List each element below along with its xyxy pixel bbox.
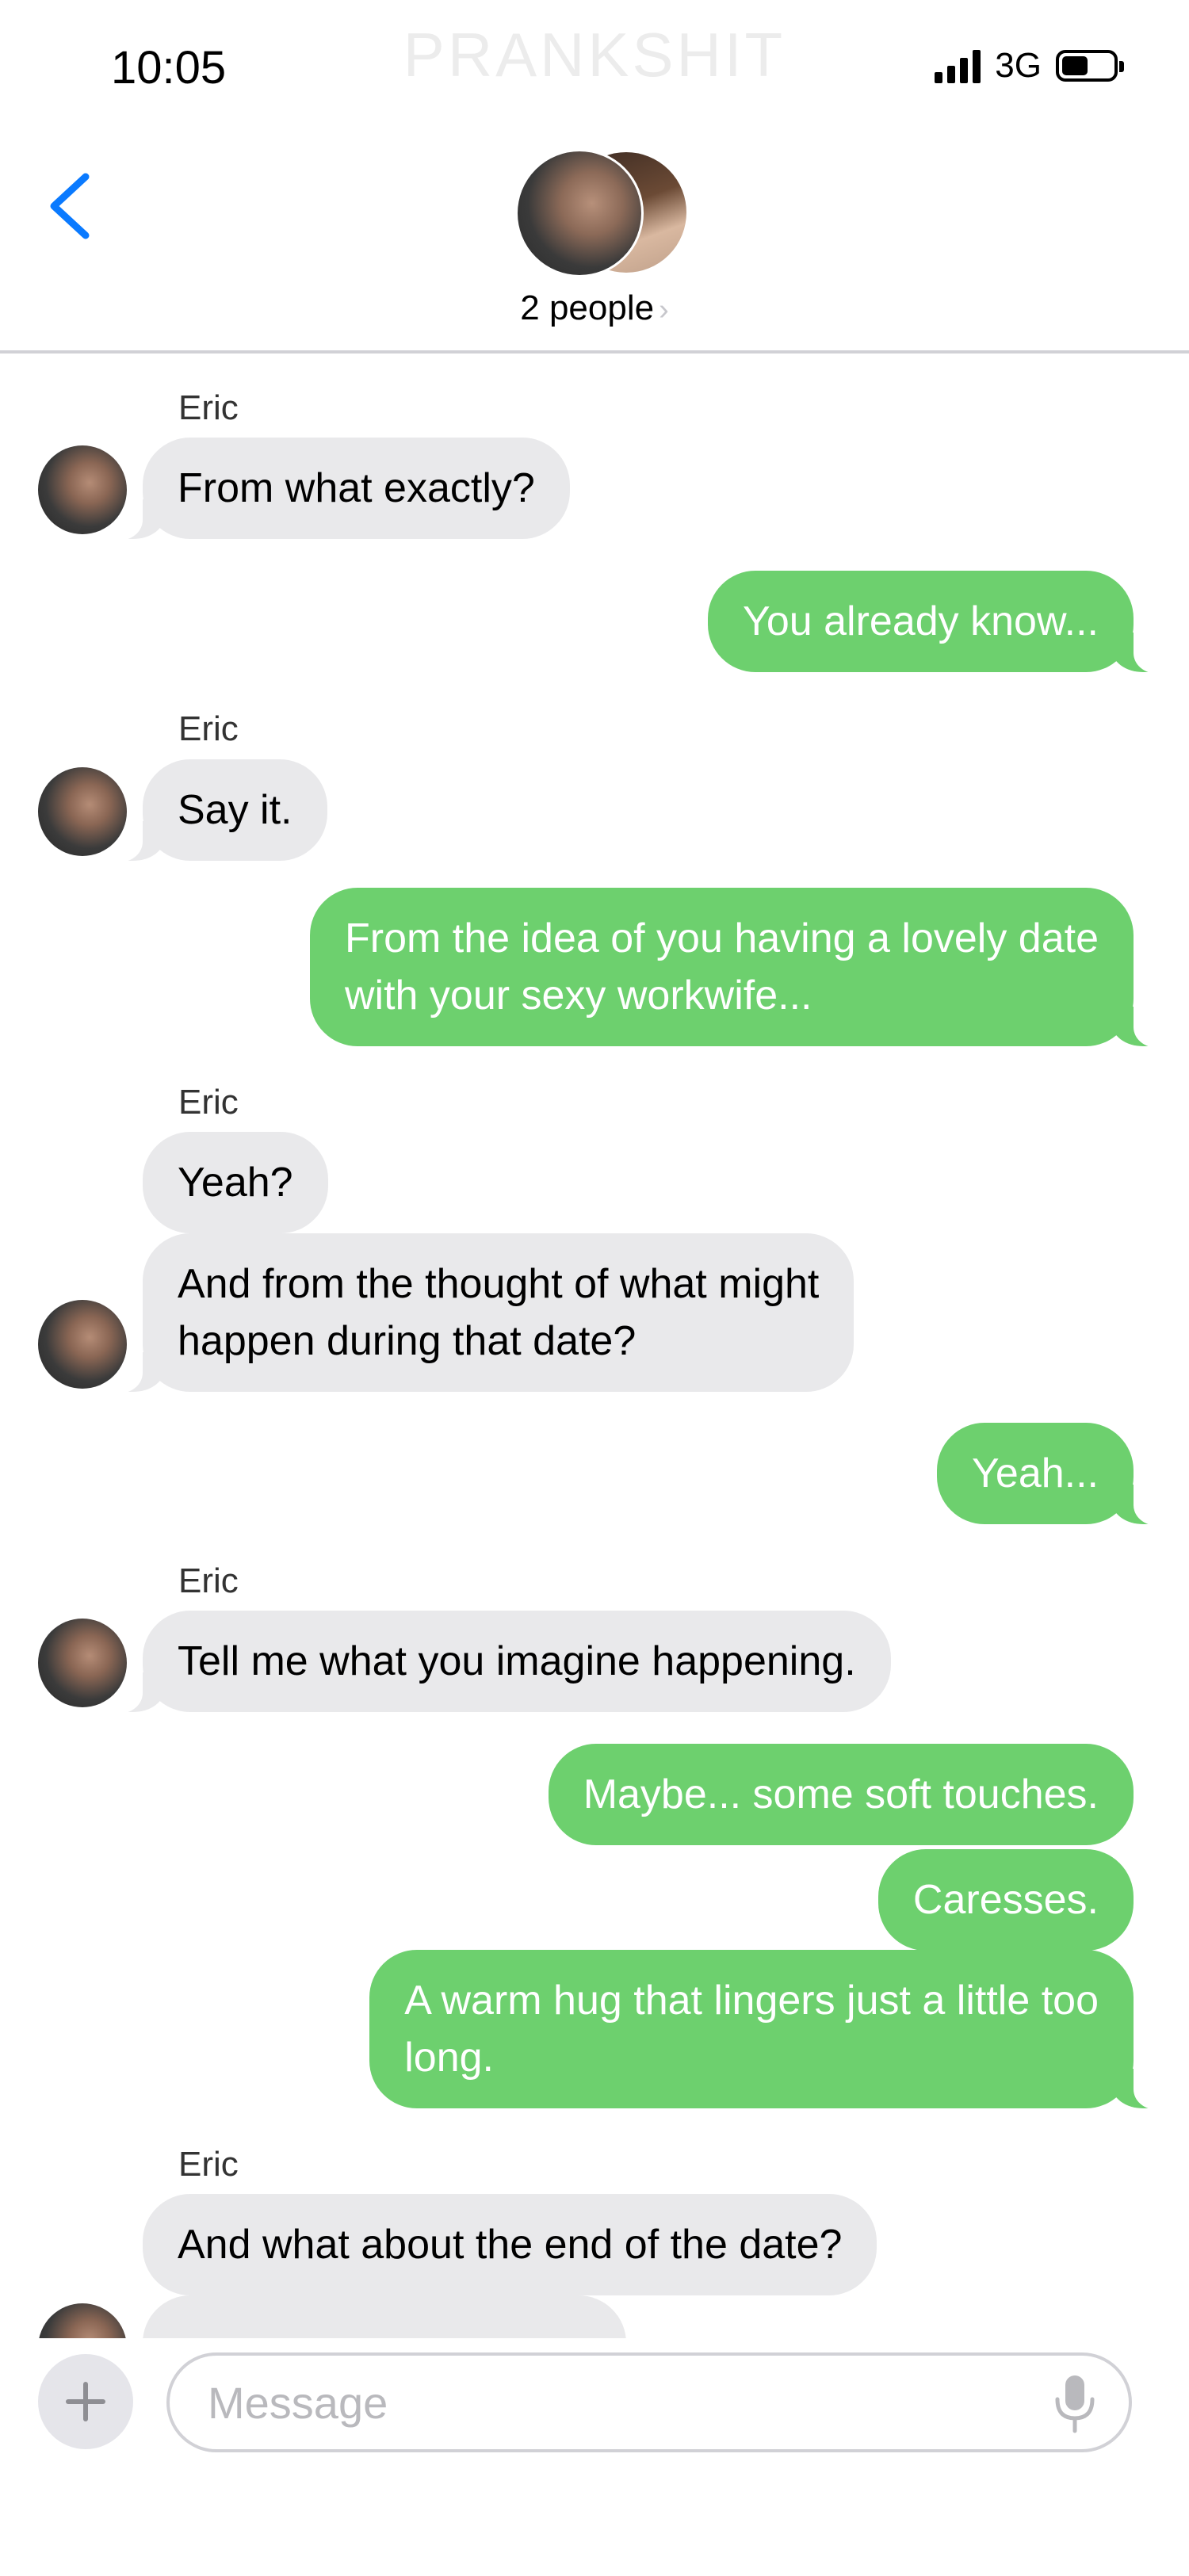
sender-name: Eric [178, 1561, 239, 1600]
message-bubble-incoming[interactable]: Yeah? [143, 1132, 328, 1233]
status-indicators: 3G [935, 46, 1124, 86]
message-bubble-outgoing[interactable]: Caresses. [877, 1849, 1134, 1951]
chevron-right-icon: › [659, 293, 669, 327]
message-line: From the idea of you having a lovely dat… [344, 915, 1099, 961]
avatar-eric[interactable] [38, 767, 127, 856]
message-line: happen during that date? [178, 1318, 637, 1364]
message-bubble-outgoing[interactable]: Yeah... [936, 1423, 1163, 1526]
message-bubble-incoming[interactable]: Tell me what you imagine happening. [114, 1611, 891, 1714]
battery-icon [1056, 50, 1124, 82]
message-line: A warm hug that lingers just a little to… [404, 1978, 1099, 2024]
sender-name: Eric [178, 1083, 239, 1122]
status-time: 10:05 [111, 42, 227, 94]
sender-name: Eric [178, 388, 239, 427]
message-bubble-incoming[interactable]: From what exactly? [114, 438, 570, 541]
avatar-eric [515, 149, 644, 277]
avatar-eric[interactable] [38, 445, 127, 534]
avatar-eric[interactable] [38, 1619, 127, 1707]
signal-icon [935, 48, 981, 83]
message-bubble-outgoing[interactable]: A warm hug that lingers just a little to… [369, 1950, 1162, 2110]
add-attachment-button[interactable] [38, 2354, 133, 2449]
message-bubble-incoming[interactable]: And from the thought of what might happe… [113, 1233, 854, 1393]
message-bubble-outgoing[interactable]: Maybe... some soft touches. [548, 1744, 1134, 1845]
message-input[interactable] [166, 2352, 1132, 2452]
plus-icon [66, 2382, 105, 2421]
group-avatar[interactable] [515, 149, 688, 277]
network-type: 3G [995, 46, 1042, 85]
sender-name: Eric [178, 709, 239, 748]
message-bubble-outgoing[interactable]: From the idea of you having a lovely dat… [309, 888, 1163, 1048]
message-line: And from the thought of what might [178, 1261, 820, 1307]
conversation-title[interactable]: 2 people › [0, 289, 1189, 328]
back-chevron-icon[interactable] [40, 170, 103, 242]
people-count: 2 people [520, 289, 655, 327]
microphone-icon[interactable] [1053, 2374, 1097, 2434]
message-line: long. [404, 2035, 494, 2081]
header-divider [0, 350, 1189, 354]
message-bubble-incoming[interactable]: Say it. [114, 759, 327, 862]
message-bubble-incoming[interactable]: And what about the end of the date? [143, 2194, 877, 2295]
sender-name: Eric [178, 2145, 239, 2184]
message-bubble-outgoing[interactable]: You already know... [707, 571, 1163, 674]
avatar-eric[interactable] [38, 1300, 127, 1389]
message-line: with your sexy workwife... [344, 973, 812, 1019]
